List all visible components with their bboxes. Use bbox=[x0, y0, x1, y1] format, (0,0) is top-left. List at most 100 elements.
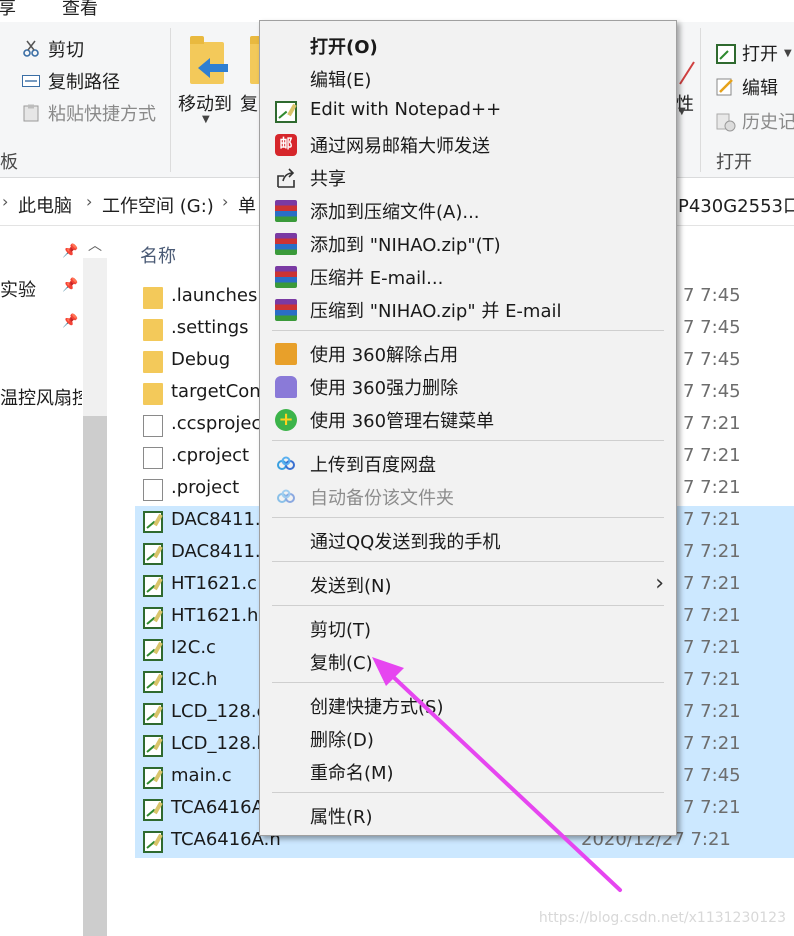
file-icon bbox=[143, 479, 163, 501]
notepadpp-file-icon bbox=[143, 735, 163, 757]
open-button[interactable]: 打开 ▼ bbox=[716, 40, 792, 66]
file-icon bbox=[143, 447, 163, 469]
cut-button[interactable]: 剪切 bbox=[22, 36, 84, 62]
menu-item-delete[interactable]: 删除(D) bbox=[260, 722, 676, 755]
pin-icon[interactable]: 📌 bbox=[62, 278, 78, 293]
menu-separator bbox=[272, 440, 664, 441]
navigation-pane: 📌 实验 📌 📌 温控风扇控制 ︿ bbox=[0, 226, 108, 936]
menu-item-qq-send[interactable]: 通过QQ发送到我的手机 bbox=[260, 524, 676, 557]
menu-item-360-delete[interactable]: 使用 360强力删除 bbox=[260, 370, 676, 403]
breadcrumb-drive[interactable]: 工作空间 (G:) bbox=[102, 192, 214, 218]
file-date: 7 7:21 bbox=[683, 445, 741, 466]
mail163-icon: 邮 bbox=[275, 134, 297, 156]
menu-item-compress-email[interactable]: 压缩并 E-mail... bbox=[260, 260, 676, 293]
ribbon-divider bbox=[170, 28, 171, 172]
menu-item-baidu-backup[interactable]: 自动备份该文件夹 bbox=[260, 480, 676, 513]
ribbon-tabs: 享 查看 bbox=[0, 0, 794, 22]
file-name: .cproject bbox=[171, 445, 250, 466]
tab-share[interactable]: 享 bbox=[0, 0, 16, 20]
folder-icon bbox=[143, 351, 163, 373]
menu-item-copy[interactable]: 复制(C) bbox=[260, 645, 676, 678]
notepadpp-file-icon bbox=[143, 799, 163, 821]
menu-separator bbox=[272, 682, 664, 683]
menu-item-cut[interactable]: 剪切(T) bbox=[260, 612, 676, 645]
winrar-icon bbox=[275, 200, 297, 222]
menu-separator bbox=[272, 605, 664, 606]
menu-item-open[interactable]: 打开(O) bbox=[260, 29, 676, 62]
column-header-name[interactable]: 名称 bbox=[140, 242, 176, 268]
menu-item-add-zip[interactable]: 添加到 "NIHAO.zip"(T) bbox=[260, 227, 676, 260]
file-name: DAC8411. bbox=[171, 541, 261, 562]
menu-item-properties[interactable]: 属性(R) bbox=[260, 799, 676, 832]
file-name: main.c bbox=[171, 765, 232, 786]
notepadpp-file-icon bbox=[143, 543, 163, 565]
menu-item-compress-zip-email[interactable]: 压缩到 "NIHAO.zip" 并 E-mail bbox=[260, 293, 676, 326]
ribbon-divider-2 bbox=[700, 28, 701, 172]
file-date: 7 7:21 bbox=[683, 701, 741, 722]
file-date: 7 7:45 bbox=[683, 285, 741, 306]
menu-item-rename[interactable]: 重命名(M) bbox=[260, 755, 676, 788]
properties-icon bbox=[678, 58, 696, 86]
file-date: 7 7:21 bbox=[683, 605, 741, 626]
file-date: 7 7:21 bbox=[683, 509, 741, 530]
shredder-360-icon bbox=[275, 376, 297, 398]
dropdown-arrow-icon: ▼ bbox=[202, 114, 210, 125]
nav-item-experiment[interactable]: 实验 bbox=[0, 276, 36, 302]
breadcrumb-folder[interactable]: 单 bbox=[238, 192, 256, 218]
open-group-label: 打开 bbox=[716, 152, 752, 173]
menu-separator bbox=[272, 792, 664, 793]
menu-item-share[interactable]: 共享 bbox=[260, 161, 676, 194]
notepadpp-file-icon bbox=[143, 639, 163, 661]
menu-item-360-unlock[interactable]: 使用 360解除占用 bbox=[260, 337, 676, 370]
menu-item-edit[interactable]: 编辑(E) bbox=[260, 62, 676, 95]
tab-view[interactable]: 查看 bbox=[62, 0, 98, 20]
history-label: 历史记 bbox=[742, 112, 794, 133]
file-date: 7 7:21 bbox=[683, 477, 741, 498]
pin-icon[interactable]: 📌 bbox=[62, 244, 78, 259]
history-button[interactable]: 历史记 bbox=[716, 108, 794, 134]
open-label: 打开 bbox=[742, 44, 778, 65]
folder-icon bbox=[143, 383, 163, 405]
chevron-right-icon: › bbox=[222, 192, 229, 211]
chevron-right-icon: › bbox=[86, 192, 93, 211]
breadcrumb-this-pc[interactable]: 此电脑 bbox=[18, 192, 72, 218]
file-date: 7 7:21 bbox=[683, 733, 741, 754]
scissors-icon bbox=[22, 40, 40, 58]
breadcrumb-current-folder[interactable]: P430G2553口线 bbox=[678, 192, 794, 218]
baidu-cloud-icon bbox=[275, 486, 297, 508]
file-name: .launches bbox=[171, 285, 258, 306]
menu-item-mail163[interactable]: 邮 通过网易邮箱大师发送 bbox=[260, 128, 676, 161]
menu-separator bbox=[272, 517, 664, 518]
scroll-up-icon[interactable]: ︿ bbox=[83, 234, 107, 258]
menu-item-notepadpp[interactable]: Edit with Notepad++ bbox=[260, 95, 676, 128]
menu-item-send-to[interactable]: 发送到(N) › bbox=[260, 568, 676, 601]
menu-item-baidu-upload[interactable]: 上传到百度网盘 bbox=[260, 447, 676, 480]
file-name: TCA6416A bbox=[171, 797, 264, 818]
notepadpp-file-icon bbox=[143, 607, 163, 629]
file-name: .ccsproject bbox=[171, 413, 269, 434]
copy-path-button[interactable]: 复制路径 bbox=[22, 68, 120, 94]
pin-icon[interactable]: 📌 bbox=[62, 314, 78, 329]
file-date: 7 7:21 bbox=[683, 541, 741, 562]
scrollbar-thumb[interactable] bbox=[83, 416, 107, 936]
edit-button[interactable]: 编辑 bbox=[716, 74, 778, 100]
menu-item-create-shortcut[interactable]: 创建快捷方式(S) bbox=[260, 689, 676, 722]
paste-shortcut-icon bbox=[22, 104, 40, 122]
nav-item-fan-control[interactable]: 温控风扇控制 bbox=[0, 384, 82, 410]
paste-shortcut-button[interactable]: 粘贴快捷方式 bbox=[22, 100, 156, 126]
file-date: 7 7:21 bbox=[683, 637, 741, 658]
chevron-right-icon: › bbox=[2, 192, 9, 211]
notepadpp-icon bbox=[275, 101, 297, 123]
winrar-icon bbox=[275, 299, 297, 321]
menu-item-add-archive[interactable]: 添加到压缩文件(A)... bbox=[260, 194, 676, 227]
share-icon bbox=[275, 167, 297, 189]
watermark: https://blog.csdn.net/x1131230123 bbox=[538, 910, 786, 926]
properties-dropdown-icon: ▼ bbox=[678, 106, 686, 117]
menu-item-360-manage[interactable]: + 使用 360管理右键菜单 bbox=[260, 403, 676, 436]
copy-path-label: 复制路径 bbox=[48, 72, 120, 93]
copy-path-icon bbox=[22, 72, 40, 90]
baidu-cloud-icon bbox=[275, 453, 297, 475]
winrar-icon bbox=[275, 233, 297, 255]
cut-label: 剪切 bbox=[48, 40, 84, 61]
file-name: HT1621.c bbox=[171, 573, 257, 594]
